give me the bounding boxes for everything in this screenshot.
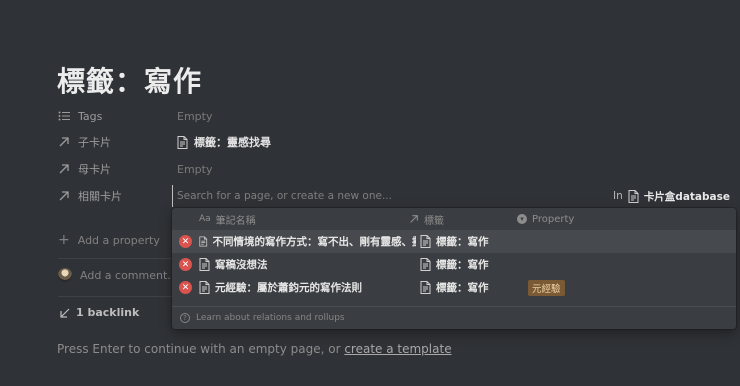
property-tags[interactable]: Tags Empty: [58, 105, 212, 127]
page-icon: [628, 189, 639, 203]
property-chip: 元經驗: [528, 279, 565, 296]
property-label: 母卡片: [78, 163, 111, 176]
page-icon: [199, 281, 210, 294]
property-value[interactable]: Empty: [177, 110, 212, 123]
row-tag: 標籤：寫作: [436, 236, 489, 248]
relation-arrow-icon: [410, 215, 418, 223]
column-header-tag: 標籤: [424, 215, 444, 227]
property-label: 相關卡片: [78, 190, 122, 203]
relation-arrow-icon: [59, 191, 69, 201]
database-name: 卡片盒database: [643, 190, 730, 203]
row-name: 不同情境的寫作方式：寫不出、剛有靈感、擬大綱、修稿: [212, 236, 416, 248]
property-value[interactable]: 標籤：靈感找尋: [177, 134, 271, 150]
property-child-cards[interactable]: 子卡片 標籤：靈感找尋: [58, 131, 271, 153]
row-tag: 標籤：寫作: [436, 259, 489, 271]
in-label: In: [613, 190, 623, 202]
add-property-label: Add a property: [77, 233, 160, 247]
empty-page-hint: Press Enter to continue with an empty pa…: [57, 342, 452, 356]
page-icon: [177, 135, 188, 149]
hint-text: Press Enter to continue with an empty pa…: [57, 342, 345, 356]
remove-icon[interactable]: ✕: [179, 258, 192, 271]
text-property-icon: Aa: [199, 214, 211, 224]
search-input[interactable]: [172, 185, 614, 207]
comment-placeholder[interactable]: Add a comment...: [80, 269, 178, 282]
select-property-icon: ▾: [517, 214, 527, 224]
comment-box[interactable]: Add a comment...: [58, 268, 178, 282]
relation-dropdown: Aa 筆記名稱 標籤 ▾ Property ✕ 不同情境的寫作方式：寫不出、剛有…: [172, 208, 736, 329]
property-parent-cards[interactable]: 母卡片 Empty: [58, 158, 212, 180]
database-selector[interactable]: In 卡片盒database: [613, 189, 740, 204]
create-template-link[interactable]: create a template: [344, 342, 451, 356]
divider: [58, 258, 172, 259]
remove-icon[interactable]: ✕: [179, 281, 192, 294]
relation-search-bar: In 卡片盒database: [172, 185, 740, 207]
relation-arrow-icon: [59, 137, 69, 147]
dropdown-header: Aa 筆記名稱 標籤 ▾ Property: [172, 208, 736, 230]
avatar: [58, 268, 72, 282]
column-header-name: 筆記名稱: [215, 215, 256, 227]
help-icon: ?: [180, 313, 190, 323]
property-value[interactable]: Empty: [177, 163, 212, 176]
property-label: 子卡片: [78, 136, 111, 149]
backlink-arrow-icon: [60, 308, 70, 318]
relation-row[interactable]: ✕ 不同情境的寫作方式：寫不出、剛有靈感、擬大綱、修稿 標籤：寫作: [172, 230, 736, 253]
page-icon: [199, 258, 210, 271]
relation-row[interactable]: ✕ 元經驗：屬於蕭鈞元的寫作法則 標籤：寫作 元經驗: [172, 276, 736, 299]
plus-icon: +: [58, 232, 70, 248]
remove-icon[interactable]: ✕: [179, 235, 192, 248]
backlink-label: 1 backlink: [76, 306, 140, 319]
list-icon: [58, 111, 70, 121]
page-icon: [420, 281, 431, 294]
property-label: Tags: [78, 109, 103, 123]
property-related-cards[interactable]: 相關卡片: [58, 185, 177, 207]
page-icon: [420, 235, 431, 248]
add-property-button[interactable]: + Add a property: [58, 232, 160, 248]
page-icon: [199, 236, 208, 247]
divider: [58, 296, 172, 297]
row-name: 元經驗：屬於蕭鈞元的寫作法則: [215, 282, 362, 294]
linked-page-title[interactable]: 標籤：靈感找尋: [194, 134, 271, 150]
page-title[interactable]: 標籤：寫作: [57, 60, 202, 100]
row-tag: 標籤：寫作: [436, 282, 489, 294]
column-header-property: Property: [532, 213, 575, 225]
relation-arrow-icon: [59, 164, 69, 174]
relation-row[interactable]: ✕ 寫稿沒想法 標籤：寫作: [172, 253, 736, 276]
backlinks-toggle[interactable]: 1 backlink: [60, 306, 139, 319]
page-icon: [420, 258, 431, 271]
row-name: 寫稿沒想法: [215, 259, 268, 271]
help-text: Learn about relations and rollups: [196, 313, 345, 323]
help-link[interactable]: ? Learn about relations and rollups: [172, 307, 736, 329]
